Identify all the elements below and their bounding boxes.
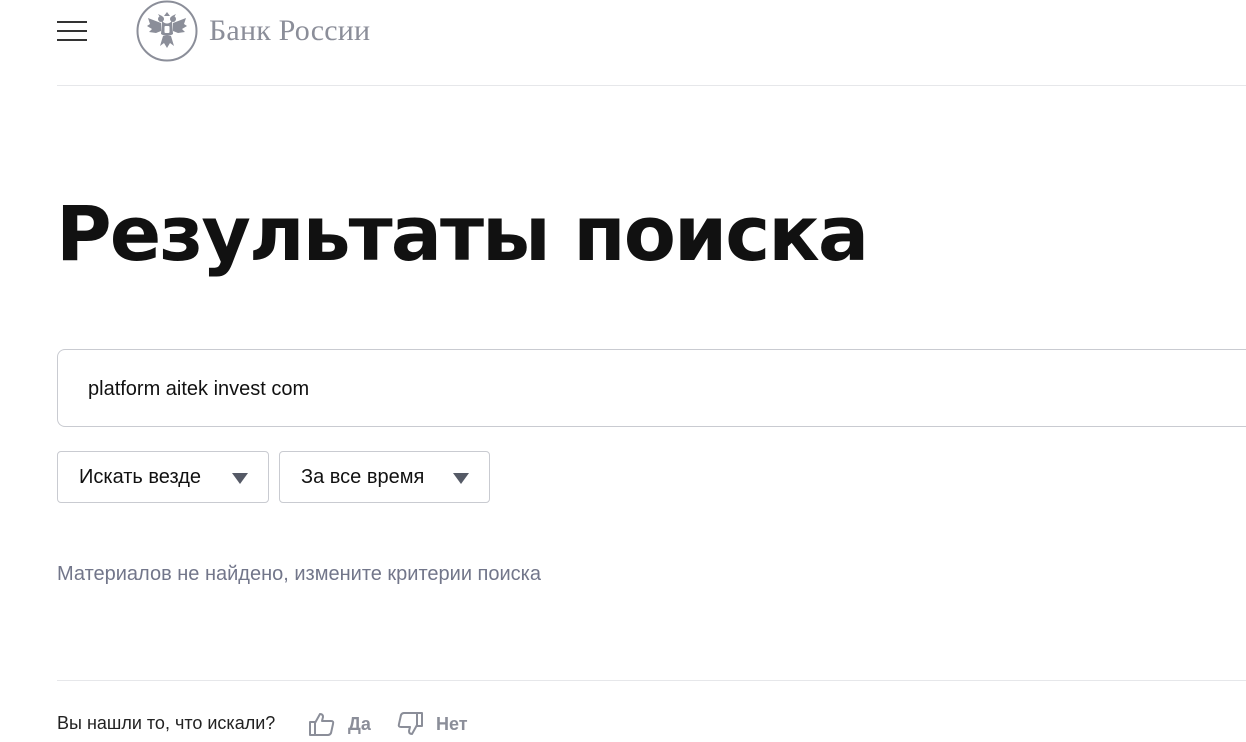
hamburger-menu-icon[interactable]: [57, 20, 87, 42]
feedback-yes-label: Да: [348, 713, 371, 734]
filter-when-label: За все время: [301, 465, 425, 488]
thumbs-down-icon: [397, 712, 423, 735]
filter-when-dropdown[interactable]: За все время: [279, 451, 490, 503]
feedback-no-label: Нет: [436, 713, 468, 734]
filter-where-label: Искать везде: [79, 465, 201, 488]
menu-bar: [57, 21, 87, 23]
chevron-down-icon: [232, 473, 248, 484]
menu-bar: [57, 39, 87, 41]
feedback-question: Вы нашли то, что искали?: [57, 713, 276, 733]
chevron-down-icon: [453, 473, 469, 484]
footer-divider: [57, 680, 1246, 681]
feedback-yes-button[interactable]: Да: [308, 708, 371, 740]
logo-text: Банк России: [209, 14, 371, 47]
menu-bar: [57, 30, 87, 32]
feedback-no-button[interactable]: Нет: [396, 708, 468, 740]
header-divider: [57, 85, 1246, 86]
page-title: Результаты поиска: [56, 189, 869, 278]
search-input[interactable]: [88, 350, 1188, 428]
eagle-emblem-icon: [136, 0, 198, 62]
page: Банк России Результаты поиска Искать вез…: [0, 0, 1246, 742]
filter-where-dropdown[interactable]: Искать везде: [57, 451, 269, 503]
thumbs-up-icon: [309, 713, 335, 736]
search-box: [57, 349, 1246, 428]
bank-logo-link[interactable]: Банк России: [136, 0, 370, 62]
empty-results-message: Материалов не найдено, измените критерии…: [57, 563, 541, 585]
